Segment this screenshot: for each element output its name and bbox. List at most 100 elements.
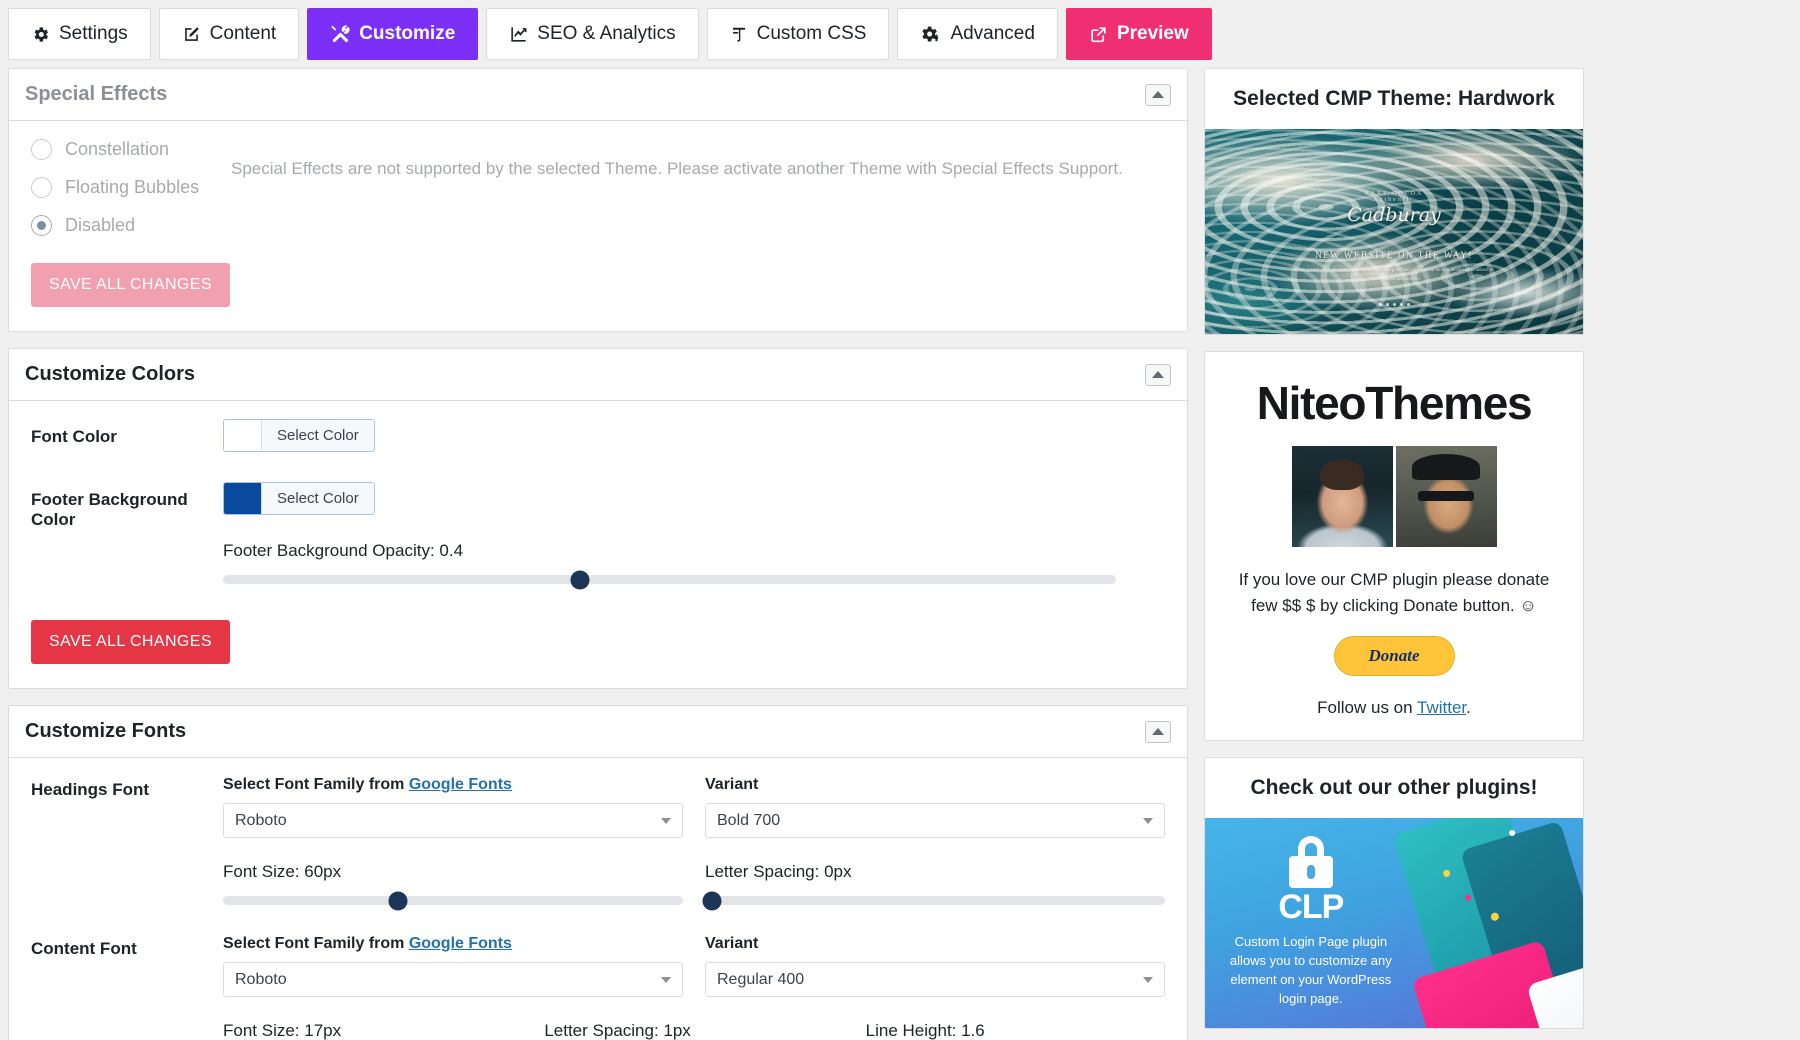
headings-font-size-slider[interactable] — [223, 896, 683, 905]
panel-title-customize-fonts: Customize Fonts — [25, 720, 186, 743]
headings-letter-spacing-label: Letter Spacing: 0px — [705, 862, 1165, 882]
donate-message: If you love our CMP plugin please donate… — [1227, 567, 1561, 618]
clp-abbreviation: CLP — [1205, 890, 1417, 924]
twitter-link[interactable]: Twitter — [1417, 698, 1466, 717]
color-swatch-footer-background[interactable] — [224, 483, 261, 514]
select-color-button[interactable]: Select Color — [261, 420, 374, 451]
select-color-button[interactable]: Select Color — [261, 483, 374, 514]
footer-opacity-slider[interactable] — [223, 575, 1116, 584]
niteothemes-logo: NiteoThemes — [1223, 376, 1565, 430]
headings-variant-group: Variant Bold 700 — [705, 776, 1165, 838]
headings-font-family-select[interactable]: Roboto — [223, 803, 683, 838]
sidebar-column: Selected CMP Theme: Hardwork RARE COCOA … — [1204, 68, 1584, 1040]
tab-preview[interactable]: Preview — [1066, 8, 1212, 60]
main-column: Special Effects Constellation Floating B — [8, 68, 1188, 1040]
clp-banner-content: CLP Custom Login Page plugin allows you … — [1205, 836, 1417, 1008]
headings-letter-spacing-group: Letter Spacing: 0px — [705, 862, 1165, 905]
content-letter-spacing-group: Letter Spacing: 1px — [544, 1021, 843, 1040]
slider-handle[interactable] — [702, 891, 721, 910]
chart-line-icon — [509, 25, 528, 44]
block-headings-font: Headings Font Select Font Family from Go… — [31, 776, 1165, 905]
radio-option-disabled[interactable]: Disabled — [31, 215, 231, 236]
radio-label: Constellation — [65, 139, 169, 160]
theme-body-text: lorem ipsum dolor sit amet, consectetur … — [1289, 266, 1499, 282]
select-value: Roboto — [235, 812, 287, 830]
content-font-size-group: Font Size: 17px — [223, 1021, 522, 1040]
radio-option-floating-bubbles[interactable]: Floating Bubbles — [31, 177, 231, 198]
theme-headline: NEW WEBSITE ON THE WAY! — [1315, 250, 1473, 260]
donate-button[interactable]: Donate — [1334, 636, 1455, 676]
slider-handle[interactable] — [388, 891, 407, 910]
theme-script-sub: Authentic — [1373, 197, 1415, 203]
tab-label: Customize — [359, 23, 455, 45]
external-link-icon — [1089, 25, 1108, 44]
gear-icon — [31, 25, 50, 44]
headings-font-label: Headings Font — [31, 776, 223, 905]
avatar — [1396, 446, 1497, 547]
carousel-dot — [1393, 303, 1396, 306]
color-swatch-font[interactable] — [224, 420, 261, 451]
footer-background-color-label: Footer Background Color — [31, 482, 223, 530]
tab-label: Settings — [59, 23, 128, 45]
save-all-changes-button-special-effects[interactable]: SAVE ALL CHANGES — [31, 263, 230, 307]
content-font-label: Content Font — [31, 935, 223, 1040]
font-family-caption: Select Font Family from Google Fonts — [223, 935, 683, 953]
lock-icon — [1288, 836, 1334, 888]
content-font-family-select[interactable]: Roboto — [223, 962, 683, 997]
radio-option-constellation[interactable]: Constellation — [31, 139, 231, 160]
panel-body: Font Color Select Color Footer Backgroun… — [9, 401, 1187, 688]
tab-advanced[interactable]: Advanced — [897, 8, 1058, 60]
tab-label: Content — [210, 23, 277, 45]
collapse-toggle-customize-fonts[interactable] — [1145, 721, 1171, 743]
radio-icon-selected — [31, 215, 52, 236]
block-content-font: Content Font Select Font Family from Goo… — [31, 935, 1165, 1040]
tab-seo-analytics[interactable]: SEO & Analytics — [486, 8, 698, 60]
headings-font-size-group: Font Size: 60px — [223, 862, 683, 905]
panel-customize-colors: Customize Colors Font Color Select Color — [8, 348, 1188, 689]
panel-header: Customize Fonts — [9, 706, 1187, 758]
clp-plugin-banner[interactable]: CLP Custom Login Page plugin allows you … — [1205, 818, 1583, 1028]
google-fonts-link[interactable]: Google Fonts — [409, 935, 512, 952]
carousel-dot — [1386, 303, 1389, 306]
slider-handle[interactable] — [571, 570, 590, 589]
chevron-down-icon — [661, 977, 671, 983]
tab-label: Preview — [1117, 23, 1189, 45]
variant-caption: Variant — [705, 776, 1165, 794]
follow-prefix: Follow us on — [1317, 698, 1417, 717]
chevron-up-icon — [1152, 728, 1164, 735]
tab-customize[interactable]: Customize — [307, 8, 478, 60]
tab-content[interactable]: Content — [159, 8, 300, 60]
font-color-picker[interactable]: Select Color — [223, 419, 375, 452]
row-footer-background-color: Footer Background Color Select Color Foo… — [31, 482, 1165, 584]
font-color-label: Font Color — [31, 419, 223, 447]
content-variant-select[interactable]: Regular 400 — [705, 962, 1165, 997]
select-value: Bold 700 — [717, 812, 780, 830]
chevron-up-icon — [1152, 371, 1164, 378]
panel-body: Headings Font Select Font Family from Go… — [9, 758, 1187, 1040]
collapse-toggle-special-effects[interactable] — [1145, 84, 1171, 106]
tab-settings[interactable]: Settings — [8, 8, 151, 60]
clp-description: Custom Login Page plugin allows you to c… — [1205, 933, 1417, 1008]
footer-background-color-picker[interactable]: Select Color — [223, 482, 375, 515]
special-effects-note: Special Effects are not supported by the… — [231, 139, 1123, 307]
follow-us-text: Follow us on Twitter. — [1223, 698, 1565, 718]
headings-variant-select[interactable]: Bold 700 — [705, 803, 1165, 838]
panel-header: Special Effects — [9, 69, 1187, 121]
tab-label: Advanced — [950, 23, 1035, 45]
tab-custom-css[interactable]: Custom CSS — [707, 8, 890, 60]
font-family-caption-text: Select Font Family from — [223, 776, 409, 793]
headings-font-size-label: Font Size: 60px — [223, 862, 683, 882]
variant-caption: Variant — [705, 935, 1165, 953]
select-value: Roboto — [235, 971, 287, 989]
carousel-dot — [1400, 303, 1403, 306]
tools-icon — [330, 24, 350, 44]
google-fonts-link[interactable]: Google Fonts — [409, 776, 512, 793]
lock-body — [1289, 856, 1333, 888]
panel-title-customize-colors: Customize Colors — [25, 363, 195, 386]
save-all-changes-button-colors[interactable]: SAVE ALL CHANGES — [31, 620, 230, 664]
headings-letter-spacing-slider[interactable] — [705, 896, 1165, 905]
theme-script-logo: Cadburay — [1347, 204, 1441, 226]
content-font-family-group: Select Font Family from Google Fonts Rob… — [223, 935, 683, 997]
collapse-toggle-customize-colors[interactable] — [1145, 364, 1171, 386]
page-content: Special Effects Constellation Floating B — [0, 68, 1800, 1040]
